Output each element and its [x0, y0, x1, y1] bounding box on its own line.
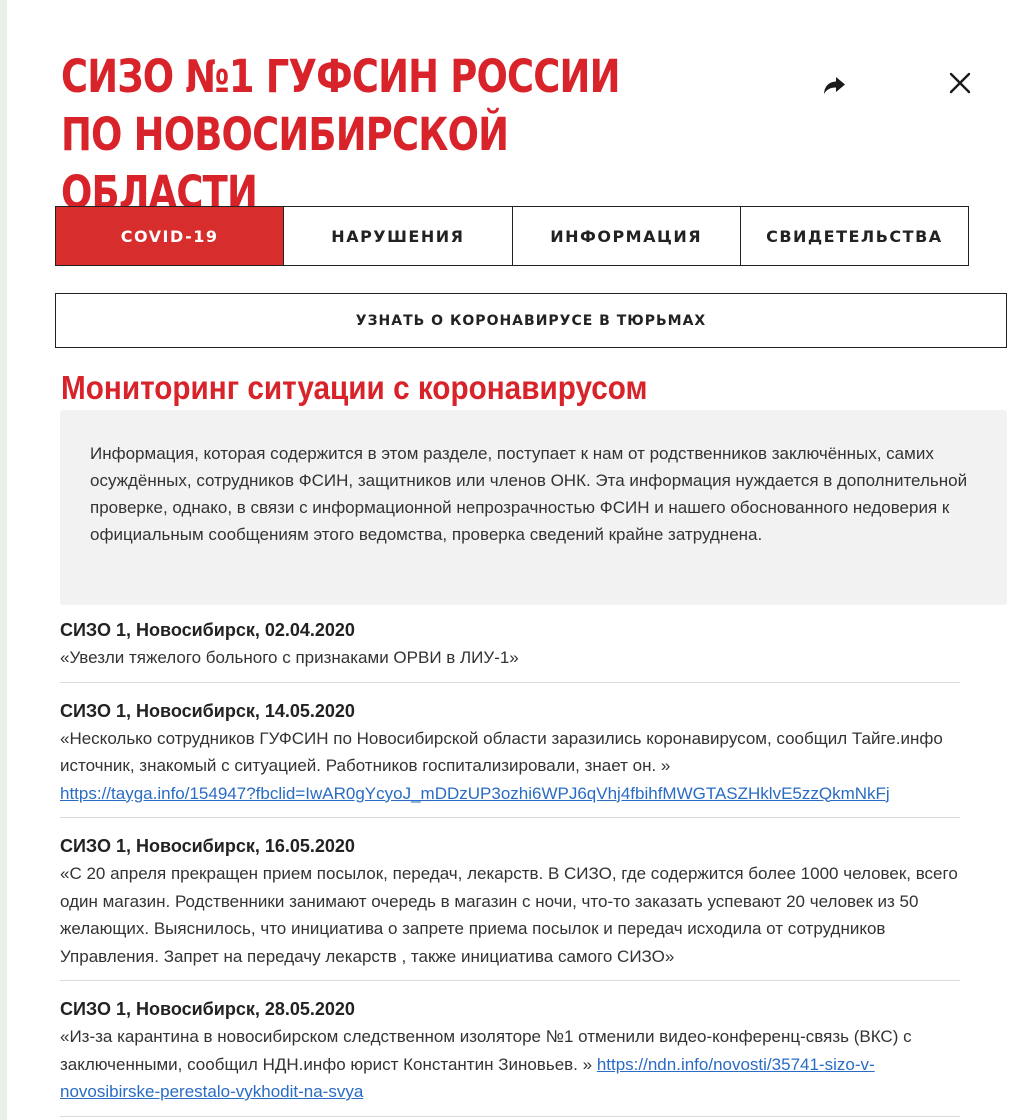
info-notice: Информация, которая содержится в этом ра…	[60, 410, 1007, 605]
learn-coronavirus-button[interactable]: Узнать о коронавирусе в тюрьмах	[55, 293, 1007, 348]
tab-bar: COVID-19 Нарушения Информация Свидетельс…	[55, 206, 969, 266]
tab-testimonies[interactable]: Свидетельства	[739, 207, 968, 265]
list-item: СИЗО 1, Новосибирск, 02.04.2020 «Увезли …	[60, 616, 960, 683]
close-button[interactable]	[943, 66, 977, 100]
entry-text: «Увезли тяжелого больного с признаками О…	[60, 644, 960, 672]
entry-quote: «Увезли тяжелого больного с признаками О…	[60, 648, 519, 667]
entry-quote: «С 20 апреля прекращен прием посылок, пе…	[60, 864, 958, 966]
list-item: СИЗО 1, Новосибирск, 14.05.2020 «Несколь…	[60, 697, 960, 818]
entry-title: СИЗО 1, Новосибирск, 16.05.2020	[60, 836, 355, 856]
entry-text: «С 20 апреля прекращен прием посылок, пе…	[60, 860, 960, 970]
page-title: СИЗО №1 ГУФСИН России по Новосибирской о…	[61, 50, 620, 219]
entry-title: СИЗО 1, Новосибирск, 02.04.2020	[60, 620, 355, 640]
entry-text: «Из-за карантина в новосибирском следств…	[60, 1023, 960, 1106]
modal-panel: СИЗО №1 ГУФСИН России по Новосибирской о…	[7, 0, 1027, 1120]
entry-quote: «Несколько сотрудников ГУФСИН по Новосиб…	[60, 728, 943, 776]
entry-text: «Несколько сотрудников ГУФСИН по Новосиб…	[60, 725, 960, 808]
entry-link[interactable]: https://tayga.info/154947?fbclid=IwAR0gY…	[60, 784, 890, 803]
tab-violations[interactable]: Нарушения	[283, 207, 511, 265]
entry-title: СИЗО 1, Новосибирск, 14.05.2020	[60, 700, 355, 721]
tab-covid-19[interactable]: COVID-19	[56, 207, 284, 265]
list-item: СИЗО 1, Новосибирск, 28.05.2020 «Из-за к…	[60, 995, 960, 1117]
close-icon	[949, 72, 971, 94]
tab-information[interactable]: Информация	[511, 207, 740, 265]
share-button[interactable]	[817, 68, 851, 102]
entries-list: СИЗО 1, Новосибирск, 02.04.2020 «Увезли …	[60, 616, 960, 1120]
notice-text: Информация, которая содержится в этом ра…	[90, 444, 968, 544]
background-page-edge	[0, 0, 7, 1120]
list-item: СИЗО 1, Новосибирск, 16.05.2020 «С 20 ап…	[60, 832, 960, 981]
section-heading: Мониторинг ситуации с коронавирусом	[61, 369, 648, 406]
entry-title: СИЗО 1, Новосибирск, 28.05.2020	[60, 999, 355, 1019]
share-icon	[824, 77, 845, 94]
